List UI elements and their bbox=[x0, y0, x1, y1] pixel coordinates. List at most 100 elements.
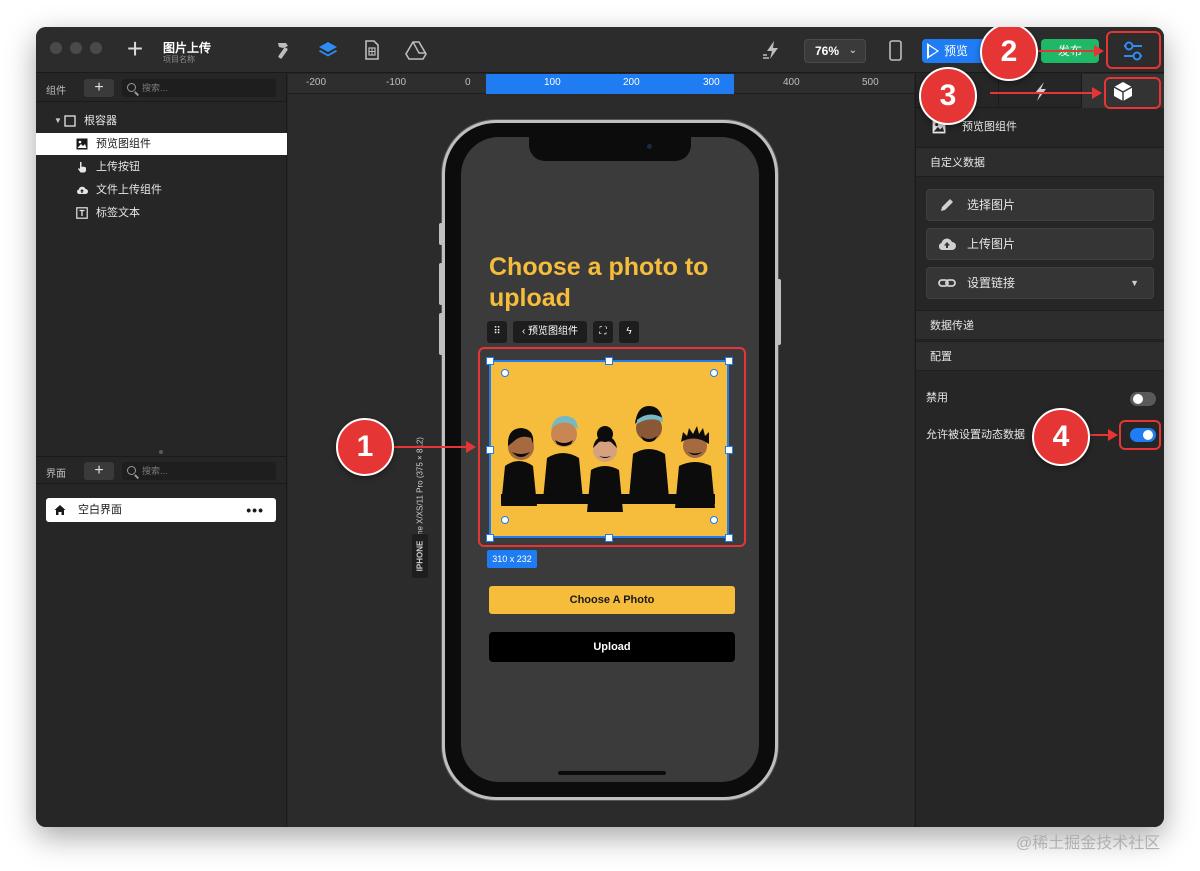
tree-item-label-text[interactable]: 标签文本 bbox=[36, 202, 287, 224]
tree-item-label: 预览图组件 bbox=[96, 138, 151, 150]
watermark-text: @稀土掘金技术社区 bbox=[1016, 835, 1161, 852]
search-icon bbox=[127, 466, 136, 475]
screen-item-label: 空白界面 bbox=[78, 504, 122, 516]
screen-list-item[interactable]: 空白界面 ••• bbox=[46, 498, 276, 522]
phone-notch bbox=[529, 137, 691, 161]
caret-down-icon: ▼ bbox=[54, 116, 62, 125]
tree-item-upload-button[interactable]: 上传按钮 bbox=[36, 156, 287, 178]
config-label: 配置 bbox=[930, 351, 952, 363]
device-phone-icon[interactable] bbox=[884, 39, 906, 61]
home-icon bbox=[54, 505, 66, 515]
phone-side-button bbox=[439, 313, 443, 355]
tree-item-label: 文件上传组件 bbox=[96, 184, 162, 196]
screens-search-input[interactable]: 搜索... bbox=[122, 462, 276, 480]
left-sidebar: 组件 + 搜索... ▼ 根容器 预览图组件 上传按钮 文件上传组件 标签文本 bbox=[36, 74, 287, 827]
highlight-image-box bbox=[478, 347, 746, 547]
horizontal-ruler: -200 -100 0 100 200 300 400 500 bbox=[288, 74, 914, 94]
app-window: + 图片上传 项目名称 76% ⌄ 预览 发布 组件 + 搜索... ▼ 根容器… bbox=[36, 27, 1164, 827]
new-project-plus-icon[interactable]: + bbox=[122, 35, 148, 63]
components-search-placeholder: 搜索... bbox=[142, 83, 168, 93]
quick-action-bolt-icon[interactable] bbox=[761, 39, 783, 61]
fullscreen-expand-icon[interactable]: ⛶ bbox=[593, 321, 613, 343]
pencil-icon bbox=[941, 199, 953, 211]
window-close-button[interactable] bbox=[50, 42, 62, 54]
drag-handle-grip-icon[interactable]: ⠿ bbox=[487, 321, 507, 343]
tree-item-label: 标签文本 bbox=[96, 207, 140, 219]
component-select-parent-button[interactable]: ‹ 预览图组件 bbox=[513, 321, 587, 343]
ruler-tick: 500 bbox=[862, 77, 879, 88]
dynamic-data-label: 允许被设置动态数据 bbox=[926, 429, 1025, 441]
ruler-tick: -200 bbox=[306, 77, 327, 88]
custom-data-section-header[interactable]: 自定义数据 bbox=[916, 147, 1164, 177]
cloud-upload-icon bbox=[938, 238, 956, 250]
zoom-value: 76% bbox=[815, 44, 840, 58]
tree-item-preview-image[interactable]: 预览图组件 bbox=[36, 133, 287, 155]
layers-icon[interactable] bbox=[317, 39, 339, 61]
components-panel-label: 组件 bbox=[46, 86, 66, 97]
custom-data-label: 自定义数据 bbox=[930, 157, 985, 169]
cloud-upload-icon bbox=[77, 186, 88, 194]
action-label: 选择图片 bbox=[967, 198, 1016, 212]
set-link-action-button[interactable]: 设置链接 ▼ bbox=[926, 267, 1154, 299]
screens-search-placeholder: 搜索... bbox=[142, 466, 168, 476]
highlight-cube-tab-box bbox=[1104, 77, 1161, 109]
window-zoom-button[interactable] bbox=[90, 42, 102, 54]
publish-label: 发布 bbox=[1057, 44, 1082, 58]
chevron-down-icon: ⌄ bbox=[848, 45, 857, 56]
bolt-action-icon[interactable]: ϟ bbox=[619, 321, 639, 343]
disabled-label: 禁用 bbox=[926, 392, 948, 404]
inspector-component-name: 预览图组件 bbox=[962, 121, 1017, 133]
zoom-select[interactable]: 76% ⌄ bbox=[804, 39, 866, 63]
tree-item-root-container[interactable]: ▼ 根容器 bbox=[36, 110, 287, 132]
tree-item-label: 根容器 bbox=[84, 115, 117, 127]
disabled-setting-row: 禁用 bbox=[916, 383, 1164, 413]
tree-item-file-upload[interactable]: 文件上传组件 bbox=[36, 179, 287, 201]
device-type-label[interactable]: IPHONE bbox=[412, 534, 428, 578]
frame-square-icon bbox=[64, 115, 76, 127]
ruler-selection-highlight bbox=[486, 74, 734, 94]
add-screen-button[interactable]: + bbox=[84, 462, 114, 480]
project-subtitle: 项目名称 bbox=[163, 55, 195, 64]
components-search-input[interactable]: 搜索... bbox=[122, 79, 276, 97]
ruler-tick: 100 bbox=[544, 77, 561, 88]
image-icon bbox=[76, 138, 88, 150]
highlight-settings-box bbox=[1106, 31, 1161, 69]
upload-button[interactable]: Upload bbox=[489, 632, 735, 662]
data-transfer-section-header[interactable]: 数据传递 bbox=[916, 310, 1164, 340]
window-minimize-button[interactable] bbox=[70, 42, 82, 54]
components-panel-header: 组件 + 搜索... bbox=[36, 74, 287, 102]
dropdown-caret-icon: ▼ bbox=[1130, 278, 1139, 288]
search-icon bbox=[127, 83, 136, 92]
publish-button[interactable]: 发布 bbox=[1041, 39, 1099, 63]
select-image-action-button[interactable]: 选择图片 bbox=[926, 189, 1154, 221]
data-transfer-label: 数据传递 bbox=[930, 320, 974, 332]
annotation-badge-3: 3 bbox=[919, 67, 977, 125]
choose-photo-button[interactable]: Choose A Photo bbox=[489, 586, 735, 614]
document-icon[interactable] bbox=[361, 39, 383, 61]
screens-panel-header: 界面 + 搜索... bbox=[36, 456, 287, 484]
more-options-icon[interactable]: ••• bbox=[246, 498, 264, 522]
hammer-icon[interactable] bbox=[272, 39, 294, 61]
size-dimensions-badge: 310 x 232 bbox=[487, 550, 537, 568]
ruler-tick: 300 bbox=[703, 77, 720, 88]
add-component-button[interactable]: + bbox=[84, 79, 114, 97]
link-icon bbox=[938, 279, 956, 287]
disabled-toggle[interactable] bbox=[1130, 392, 1156, 406]
ruler-tick: 400 bbox=[783, 77, 800, 88]
home-indicator bbox=[558, 771, 666, 775]
upload-image-action-button[interactable]: 上传图片 bbox=[926, 228, 1154, 260]
hand-pointer-icon bbox=[78, 162, 86, 173]
annotation-badge-4: 4 bbox=[1032, 408, 1090, 466]
annotation-badge-1: 1 bbox=[336, 418, 394, 476]
config-section-header[interactable]: 配置 bbox=[916, 341, 1164, 371]
component-toolbar-label: 预览图组件 bbox=[528, 326, 579, 337]
tree-item-label: 上传按钮 bbox=[96, 161, 140, 173]
action-label: 上传图片 bbox=[967, 237, 1016, 251]
phone-side-button bbox=[439, 263, 443, 305]
phone-side-button bbox=[777, 279, 781, 345]
drive-icon[interactable] bbox=[405, 39, 427, 61]
text-t-icon bbox=[76, 207, 88, 219]
screens-panel-label: 界面 bbox=[46, 469, 66, 480]
screen-title[interactable]: Choose a photo to upload bbox=[489, 252, 729, 314]
play-icon bbox=[927, 43, 939, 59]
